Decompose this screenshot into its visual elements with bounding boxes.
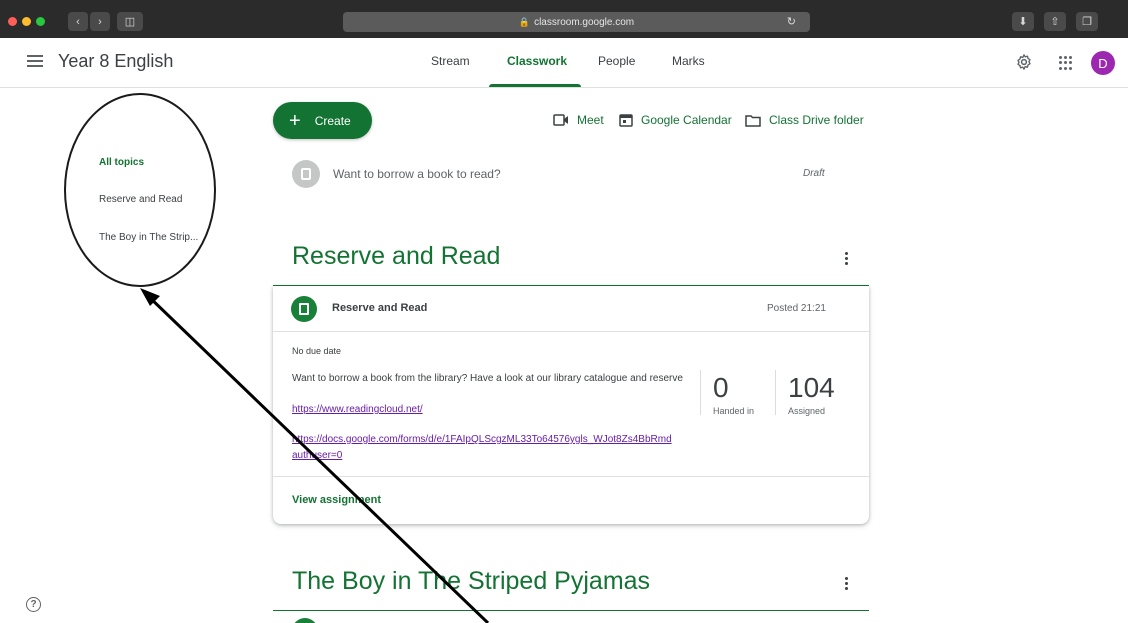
- reload-icon[interactable]: ↻: [787, 15, 796, 28]
- tabs-icon: ❐: [1082, 16, 1092, 28]
- download-icon: ⬇: [1018, 16, 1028, 28]
- google-calendar-link[interactable]: Google Calendar: [619, 113, 732, 127]
- url-text: classroom.google.com: [534, 16, 635, 28]
- annotation-circle: [64, 93, 216, 287]
- tab-stream[interactable]: Stream: [431, 54, 470, 68]
- google-form-link-cont[interactable]: authuser=0: [292, 450, 342, 461]
- folder-icon: [745, 114, 761, 127]
- forward-button[interactable]: ›: [90, 12, 110, 31]
- google-form-link[interactable]: https://docs.google.com/forms/d/e/1FAIpQ…: [292, 434, 672, 445]
- close-window-button[interactable]: [8, 17, 17, 26]
- class-drive-folder-link[interactable]: Class Drive folder: [745, 113, 864, 127]
- tab-classwork[interactable]: Classwork: [507, 54, 567, 68]
- minimize-window-button[interactable]: [22, 17, 31, 26]
- sidebar-icon: ◫: [124, 16, 136, 28]
- class-title[interactable]: Year 8 English: [58, 51, 173, 72]
- assignment-card: Reserve and Read Posted 21:21 No due dat…: [273, 286, 869, 524]
- app-header: Year 8 English Stream Classwork People M…: [0, 38, 1128, 88]
- assignment-title: Reserve and Read: [332, 302, 428, 314]
- card-divider: [273, 476, 869, 477]
- stat-divider: [775, 370, 776, 415]
- assignment-icon: [291, 296, 317, 322]
- calendar-label: Google Calendar: [641, 113, 732, 127]
- handed-in-label: Handed in: [713, 406, 755, 416]
- sidebar-toggle-button[interactable]: ◫: [117, 12, 143, 31]
- chevron-left-icon: ‹: [76, 15, 80, 28]
- tab-overview-button[interactable]: ❐: [1076, 12, 1098, 31]
- help-icon[interactable]: ?: [26, 597, 41, 612]
- avatar[interactable]: D: [1091, 51, 1115, 75]
- create-label: Create: [314, 113, 351, 128]
- section-title: The Boy in The Striped Pyjamas: [292, 567, 651, 595]
- assignment-description: Want to borrow a book from the library? …: [292, 373, 683, 384]
- share-button[interactable]: ⇧: [1044, 12, 1066, 31]
- downloads-button[interactable]: ⬇: [1012, 12, 1034, 31]
- drive-label: Class Drive folder: [769, 113, 864, 127]
- browser-toolbar: ‹ › ◫ 🔒 classroom.google.com ↻ ⬇ ⇧ ❐: [0, 0, 1128, 38]
- stat-divider: [700, 370, 701, 415]
- tab-marks[interactable]: Marks: [672, 54, 705, 68]
- create-button[interactable]: + Create: [273, 102, 372, 139]
- address-bar[interactable]: 🔒 classroom.google.com ↻: [343, 12, 810, 32]
- posted-time: Posted 21:21: [767, 303, 826, 314]
- calendar-icon: [619, 114, 633, 127]
- assignment-icon: [292, 618, 318, 623]
- section-divider: [273, 610, 869, 611]
- meet-label: Meet: [577, 113, 604, 127]
- plus-icon: +: [289, 109, 301, 132]
- section-title: Reserve and Read: [292, 242, 501, 270]
- chevron-right-icon: ›: [98, 15, 102, 28]
- draft-material-icon: [292, 160, 320, 188]
- back-button[interactable]: ‹: [68, 12, 88, 31]
- more-vert-icon[interactable]: [845, 252, 849, 267]
- handed-in-count[interactable]: 0: [713, 372, 729, 404]
- lock-icon: 🔒: [518, 16, 531, 27]
- draft-title[interactable]: Want to borrow a book to read?: [333, 167, 501, 181]
- assigned-label: Assigned: [788, 406, 826, 416]
- view-assignment-link[interactable]: View assignment: [292, 494, 381, 506]
- active-tab-indicator: [489, 84, 581, 87]
- meet-link[interactable]: Meet: [553, 113, 604, 127]
- more-vert-icon[interactable]: [845, 577, 849, 592]
- due-date: No due date: [292, 346, 342, 356]
- tab-people[interactable]: People: [598, 54, 635, 68]
- draft-status: Draft: [803, 168, 825, 179]
- video-camera-icon: [553, 114, 568, 126]
- assignment-header[interactable]: Reserve and Read Posted 21:21: [273, 286, 869, 332]
- apps-grid-icon[interactable]: [1059, 56, 1073, 70]
- assigned-count[interactable]: 104: [788, 372, 835, 404]
- reading-cloud-link[interactable]: https://www.readingcloud.net/: [292, 404, 423, 415]
- menu-icon[interactable]: [27, 55, 43, 68]
- zoom-window-button[interactable]: [36, 17, 45, 26]
- share-icon: ⇧: [1050, 16, 1060, 28]
- gear-icon[interactable]: [1015, 53, 1033, 71]
